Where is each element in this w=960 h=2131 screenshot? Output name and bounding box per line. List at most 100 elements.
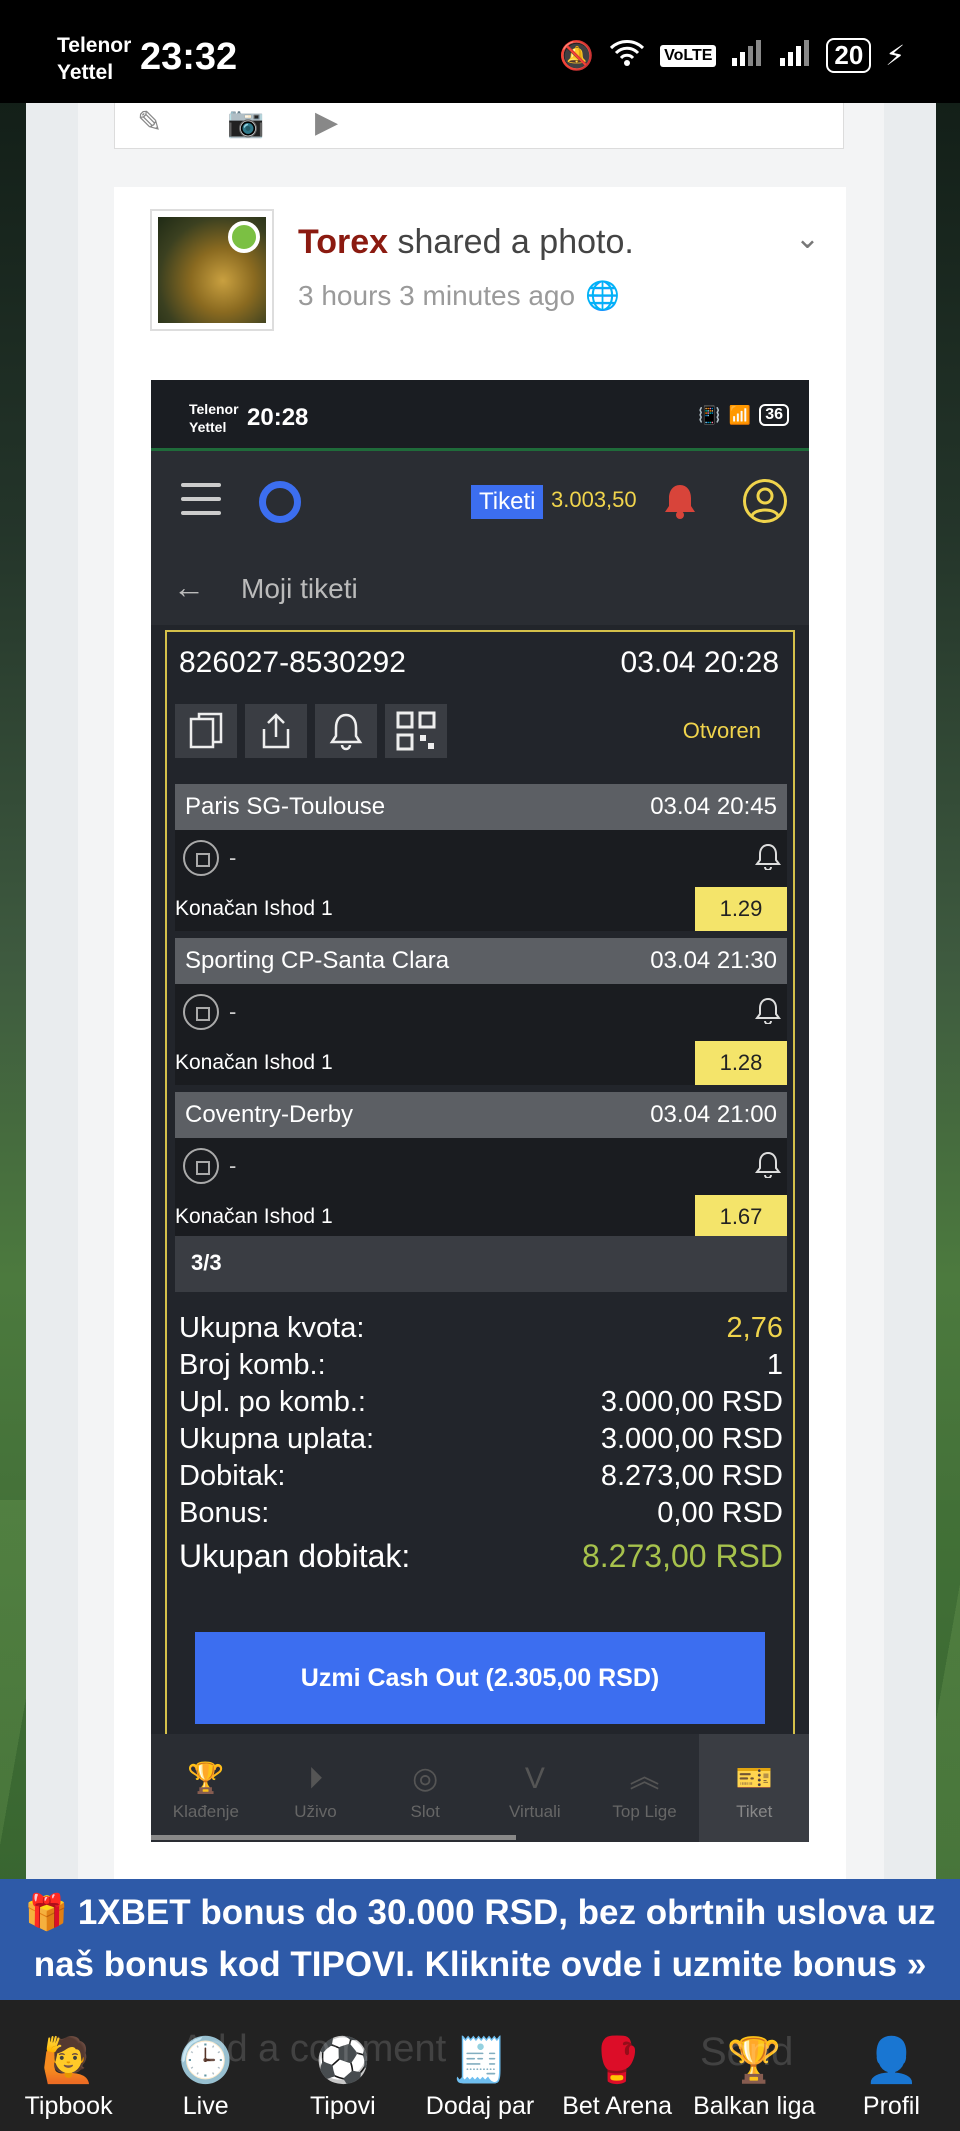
avatar[interactable]	[150, 209, 274, 331]
match-teams: Sporting CP-Santa Clara	[185, 947, 450, 974]
ticket-card: 826027-8530292 03.04 20:28 Otvoren Paris…	[165, 630, 795, 1830]
match-time: 03.04 20:45	[650, 793, 777, 820]
user-icon: 👤	[864, 2036, 919, 2085]
feed-post: Torex shared a photo. 3 hours 3 minutes …	[114, 187, 846, 1879]
photo-status-bar: Telenor Yettel 20:28 📳 📶 36	[151, 380, 809, 450]
signal-icon	[730, 38, 764, 73]
match-row: Sporting CP-Santa Clara 03.04 21:30 - Ko…	[175, 938, 787, 1085]
match-teams: Paris SG-Toulouse	[185, 793, 386, 820]
soccer-ball-icon	[183, 1148, 219, 1184]
chevron-down-icon[interactable]: ⌄	[795, 221, 820, 256]
betslip-icon: 🧾	[452, 2036, 508, 2085]
ticket-count: 3/3	[175, 1236, 787, 1292]
back-arrow-icon: ←	[173, 569, 205, 605]
menu-icon	[181, 483, 221, 519]
online-indicator	[228, 221, 260, 253]
tiketi-badge: Tiketi	[471, 485, 544, 519]
app-logo	[259, 481, 301, 523]
author-link[interactable]: Torex	[298, 223, 388, 261]
copy-icon	[175, 704, 237, 758]
charging-icon: ⚡	[885, 40, 905, 71]
volte-icon: VoLTE	[660, 44, 717, 67]
betting-app-tabs: 🏆 Klađenje ⏵ Uživo ◎ Slot V Virtuali ︽ Top Li…	[151, 1734, 809, 1842]
bell-icon	[663, 483, 697, 519]
tab-virtuali: V Virtuali	[509, 1762, 561, 1821]
tipster-icon: 🙋	[41, 2036, 96, 2085]
match-score: -	[229, 999, 237, 1024]
tab-top-lige: ︽ Top Lige	[590, 1734, 700, 1842]
match-market: Konačan Ishod 1	[175, 896, 333, 920]
match-teams: Coventry-Derby	[185, 1101, 354, 1128]
tab-kladjenje: 🏆 Klađenje	[172, 1762, 239, 1821]
slot-icon: ◎	[412, 1762, 439, 1795]
nav-bet-arena[interactable]: 🥊 Bet Arena	[549, 2000, 686, 2131]
subheader-title: Moji tiketi	[241, 573, 358, 604]
pencil-icon[interactable]: ✎	[137, 105, 162, 140]
soccer-ball-icon	[183, 840, 219, 876]
summary-row: Ukupna uplata: 3.000,00 RSD	[179, 1423, 783, 1455]
boxing-glove-icon: 🥊	[589, 2036, 645, 2085]
ticket-tools	[175, 704, 447, 758]
qr-code-icon	[385, 704, 447, 758]
balance: 3.003,50	[551, 487, 637, 512]
subheader: ← Moji tiketi	[151, 555, 809, 625]
match-score: -	[229, 845, 237, 870]
signal-icon-2	[778, 38, 812, 73]
video-icon[interactable]: ▶	[315, 105, 338, 140]
summary-row: Broj komb.: 1	[179, 1349, 783, 1381]
chevrons-up-icon: ︽	[629, 1761, 660, 1794]
match-time: 03.04 21:30	[650, 947, 777, 974]
camera-icon[interactable]: 📷	[227, 105, 264, 140]
battery-icon: 36	[759, 404, 789, 426]
wifi-icon	[608, 38, 646, 73]
play-icon: ⏵	[308, 1762, 323, 1795]
match-market: Konačan Ishod 1	[175, 1050, 333, 1074]
previous-post-actions: ✎ 📷 ▶	[114, 103, 844, 149]
ticket-summary: Ukupna kvota: 2,76 Broj komb.: 1 Upl. po k…	[179, 1310, 783, 1578]
comment-input-ghost: Add a comment	[180, 2028, 447, 2070]
vibrate-icon: 📳	[698, 404, 721, 425]
summary-row: Dobitak: 8.273,00 RSD	[179, 1460, 783, 1492]
nav-tipbook[interactable]: 🙋 Tipbook	[0, 2000, 137, 2131]
send-button-ghost: Send	[700, 2030, 794, 2074]
shared-photo[interactable]: Telenor Yettel 20:28 📳 📶 36 Tiketi 3.003…	[151, 380, 809, 1842]
status-bar: Telenor Yettel 23:32 🔕 VoLTE 20 ⚡	[0, 0, 960, 103]
ticket-icon: 🎫	[735, 1762, 773, 1795]
post-title: Torex shared a photo.	[298, 223, 634, 261]
bottom-nav: 🙋 Tipbook 🕒 Live ⚽ Tipovi 🧾 Dodaj par 🥊 Bet A…	[0, 2000, 960, 2131]
match-time: 03.04 21:00	[650, 1101, 777, 1128]
bell-icon	[315, 704, 377, 758]
carrier: Telenor Yettel	[57, 34, 132, 84]
bell-icon	[755, 996, 781, 1030]
clock: 23:32	[140, 36, 238, 78]
promo-banner[interactable]: 🎁 1XBET bonus do 30.000 RSD, bez obrtnih…	[0, 1879, 960, 2000]
user-icon	[743, 479, 787, 523]
summary-total-row: Ukupan dobitak: 8.273,00 RSD	[179, 1538, 783, 1574]
tab-tiket: 🎫 Tiket	[699, 1734, 809, 1842]
match-score: -	[229, 1153, 237, 1178]
trophy-icon: 🏆	[187, 1762, 225, 1795]
match-odd: 1.29	[695, 886, 787, 931]
ticket-id: 826027-8530292	[179, 646, 406, 679]
summary-row: Upl. po komb.: 3.000,00 RSD	[179, 1386, 783, 1418]
mute-icon: 🔕	[559, 40, 595, 71]
ticket-date: 03.04 20:28	[620, 646, 779, 679]
battery-icon: 20	[826, 38, 872, 73]
globe-icon: 🌐	[585, 280, 620, 311]
cashout-button: Uzmi Cash Out (2.305,00 RSD)	[195, 1632, 765, 1724]
wifi-icon: 📶	[728, 404, 752, 425]
summary-row: Ukupna kvota: 2,76	[179, 1312, 783, 1344]
nav-profil[interactable]: 👤 Profil	[823, 2000, 960, 2131]
post-meta: 3 hours 3 minutes ago 🌐	[298, 279, 620, 312]
post-time[interactable]: 3 hours 3 minutes ago	[298, 280, 575, 312]
scroll-indicator	[151, 1835, 516, 1840]
betting-app-header: Tiketi 3.003,50	[151, 451, 809, 555]
match-odd: 1.28	[695, 1040, 787, 1085]
virtual-icon: V	[524, 1762, 545, 1795]
match-row: Coventry-Derby 03.04 21:00 - Konačan Ish…	[175, 1092, 787, 1239]
status-icons: 🔕 VoLTE 20 ⚡	[559, 38, 905, 73]
soccer-ball-icon	[183, 994, 219, 1030]
match-odd: 1.67	[695, 1194, 787, 1239]
match-market: Konačan Ishod 1	[175, 1204, 333, 1228]
tab-uzivo: ⏵ Uživo	[294, 1762, 337, 1821]
